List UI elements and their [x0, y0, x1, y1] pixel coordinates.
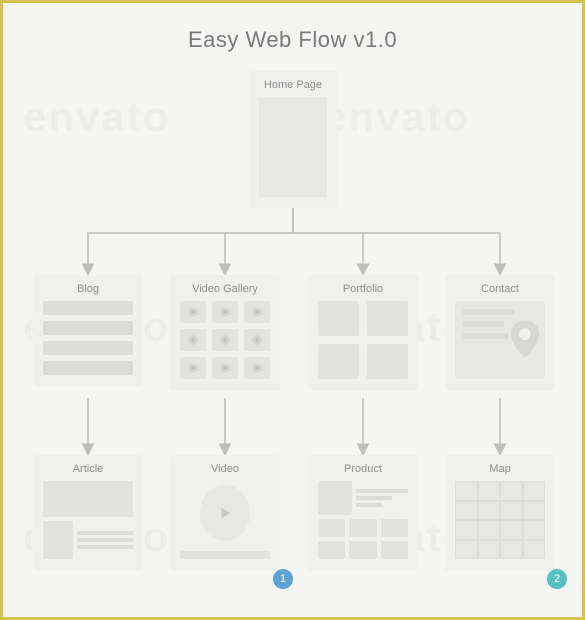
- node-product[interactable]: Product: [308, 455, 418, 569]
- diagram-title: Easy Web Flow v1.0: [3, 27, 582, 53]
- node-video-label: Video: [180, 463, 270, 475]
- node-contact[interactable]: Contact: [445, 275, 555, 389]
- node-gallery-label: Video Gallery: [180, 283, 270, 295]
- map-pin-icon: [511, 319, 539, 359]
- node-map-label: Map: [455, 463, 545, 475]
- gallery-thumbnail: [180, 301, 270, 379]
- play-icon: [200, 485, 250, 541]
- node-video-gallery[interactable]: Video Gallery: [170, 275, 280, 389]
- diagram-canvas: envato envato envato envato envato envat…: [3, 53, 582, 613]
- article-thumbnail: [43, 481, 133, 559]
- node-portfolio-label: Portfolio: [318, 283, 408, 295]
- node-article[interactable]: Article: [33, 455, 143, 569]
- node-blog-label: Blog: [43, 283, 133, 295]
- node-article-label: Article: [43, 463, 133, 475]
- portfolio-thumbnail: [318, 301, 408, 379]
- node-map[interactable]: Map: [445, 455, 555, 569]
- node-video[interactable]: Video: [170, 455, 280, 569]
- node-portfolio[interactable]: Portfolio: [308, 275, 418, 389]
- node-home[interactable]: Home Page: [249, 71, 337, 207]
- product-thumbnail: [318, 481, 408, 559]
- badge-2[interactable]: 2: [547, 569, 567, 589]
- node-blog[interactable]: Blog: [33, 275, 143, 385]
- map-thumbnail: [455, 481, 545, 559]
- node-home-label: Home Page: [259, 79, 327, 91]
- home-thumbnail: [259, 97, 327, 197]
- video-thumbnail: [180, 481, 270, 559]
- blog-thumbnail: [43, 301, 133, 375]
- contact-thumbnail: [455, 301, 545, 379]
- badge-1[interactable]: 1: [273, 569, 293, 589]
- node-contact-label: Contact: [455, 283, 545, 295]
- node-product-label: Product: [318, 463, 408, 475]
